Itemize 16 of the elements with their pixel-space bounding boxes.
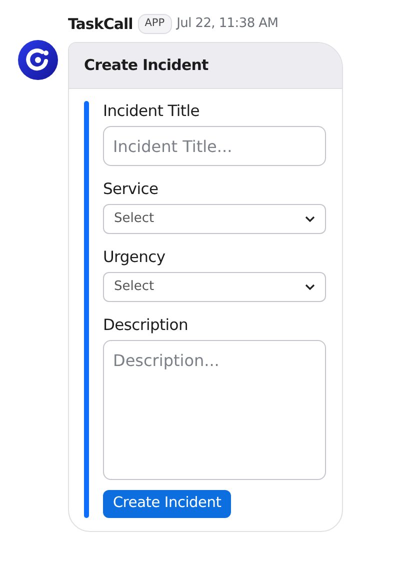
field-label: Description [103, 315, 189, 335]
app-tag: APP [138, 14, 172, 34]
field-label: Service [103, 179, 160, 199]
app-logo-icon [18, 40, 58, 80]
chevron-down-icon [305, 284, 315, 290]
field-label: Urgency [103, 247, 166, 267]
create-incident-button[interactable]: Create Incident [103, 490, 232, 518]
card-title: Create Incident [84, 55, 208, 76]
timestamp[interactable]: Jul 22, 11:38 AM [176, 14, 278, 34]
chevron-down-icon [305, 216, 315, 222]
text-input[interactable]: Incident Title... [103, 126, 326, 166]
field-label: Incident Title [103, 101, 200, 121]
select-dropdown[interactable]: Select [103, 204, 326, 234]
sender-name[interactable]: TaskCall [68, 12, 133, 36]
textarea-input[interactable]: Description... [103, 340, 326, 480]
select-dropdown[interactable]: Select [103, 272, 326, 302]
